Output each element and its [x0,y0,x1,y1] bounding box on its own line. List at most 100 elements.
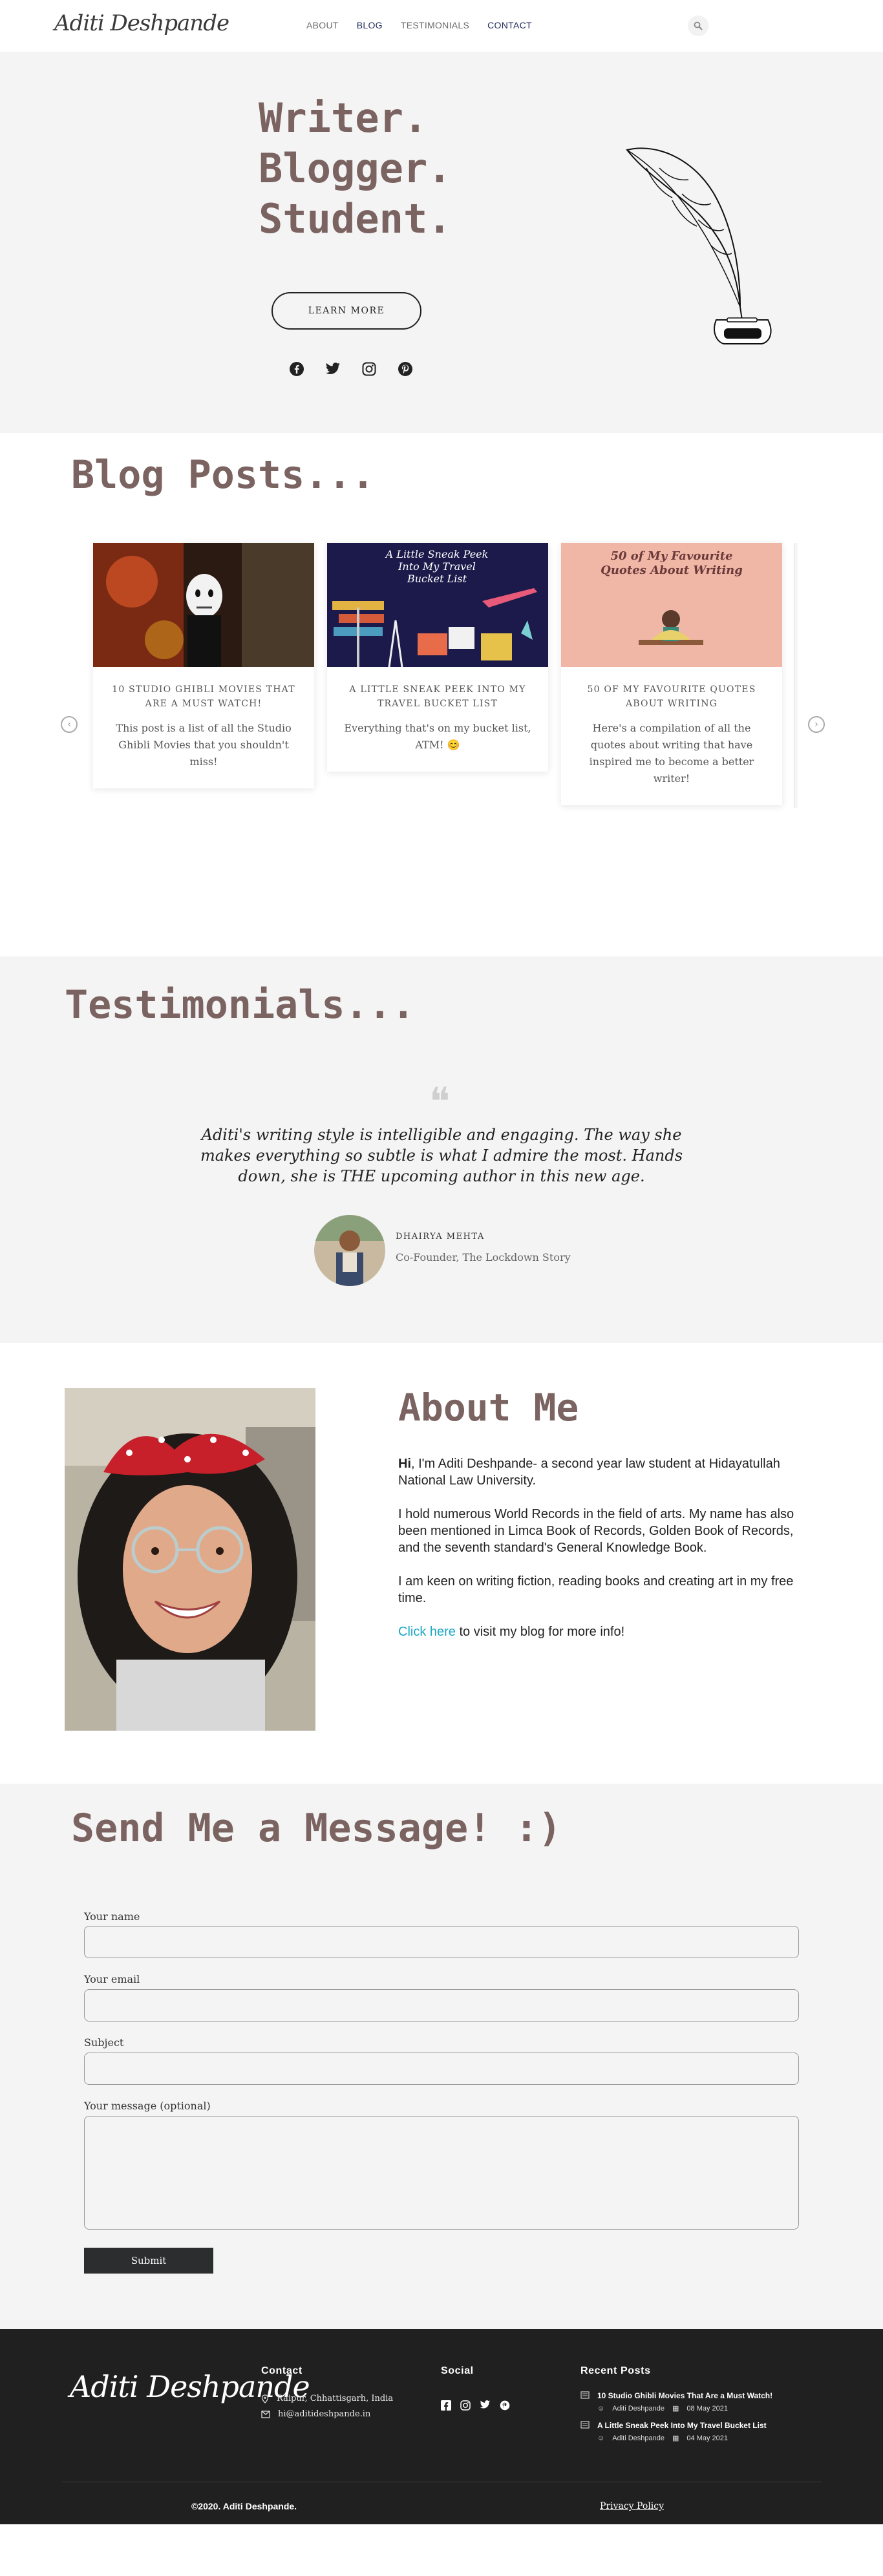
nav-item-blog[interactable]: BLOG [357,20,383,30]
main-nav: ABOUT BLOG TESTIMONIALS CONTACT [306,20,532,30]
hero-section: Writer. Blogger. Student. LEARN MORE [0,52,883,433]
learn-more-button[interactable]: LEARN MORE [271,292,421,330]
testimonials-title: Testimonials... [65,982,415,1028]
calendar-icon: ▦ [672,2434,679,2442]
nav-item-contact[interactable]: CONTACT [487,20,532,30]
card-excerpt: Everything that's on my bucket list, ATM… [344,722,531,751]
testimonials-section: Testimonials... ❝ Aditi's writing style … [0,956,883,1343]
footer-email-text[interactable]: hi@aditideshpande.in [278,2409,370,2419]
about-intro: , I'm Aditi Deshpande- a second year law… [398,1457,780,1488]
footer-contact-heading: Contact [261,2365,303,2376]
subject-label: Subject [84,2036,124,2049]
pinterest-icon[interactable] [397,361,414,377]
nav-item-testimonials[interactable]: TESTIMONIALS [401,20,469,30]
hero-line-blogger: Blogger. [259,145,452,192]
message-field[interactable] [84,2116,799,2230]
card-image-travel[interactable]: A Little Sneak Peek Into My Travel Bucke… [327,543,548,667]
blog-link[interactable]: Click here [398,1625,456,1639]
card-image-quotes[interactable]: 50 of My Favourite Quotes About Writing [561,543,782,667]
map-pin-icon [261,2394,269,2403]
about-title: About Me [398,1386,579,1430]
about-paragraph-2: I hold numerous World Records in the fie… [398,1507,794,1555]
twitter-icon[interactable] [324,361,341,377]
blog-card[interactable]: 50 of My Favourite Quotes About Writing … [561,543,782,805]
privacy-policy-link[interactable]: Privacy Policy [600,2501,664,2511]
pinterest-icon[interactable] [500,2400,510,2411]
footer-email[interactable]: hi@aditideshpande.in [261,2409,370,2419]
about-paragraph-1: Hi, I'm Aditi Deshpande- a second year l… [398,1455,818,1489]
carousel-prev-button[interactable]: ‹ [61,716,78,733]
footer-address: Raipur, Chhattisgarh, India [261,2394,393,2403]
footer-social-links [441,2400,510,2411]
site-footer: Aditi Deshpande Contact Raipur, Chhattis… [0,2329,883,2524]
contact-title: Send Me a Message! :) [71,1806,562,1851]
post-thumb-icon [580,2421,590,2429]
card-image-caption: A Little Sneak Peek Into My Travel Bucke… [385,548,489,585]
card-image-caption: 50 of My Favourite Quotes About Writing [601,549,743,577]
blog-section-title: Blog Posts... [71,452,375,498]
quill-ink-icon [626,147,772,344]
instagram-icon[interactable] [361,361,378,377]
hero-social-links [288,361,414,377]
facebook-icon[interactable] [288,361,305,377]
message-label: Your message (optional) [84,2100,211,2112]
footer-post[interactable]: 10 Studio Ghibli Movies That Are a Must … [580,2391,772,2412]
search-icon [694,21,703,30]
calendar-icon: ▦ [672,2405,679,2412]
card-title[interactable]: 10 STUDIO GHIBLI MOVIES THAT ARE A MUST … [107,682,300,711]
hero-line-writer: Writer. [259,94,428,142]
footer-recent-heading: Recent Posts [580,2365,651,2376]
twitter-icon[interactable] [480,2400,491,2409]
footer-post-title[interactable]: A Little Sneak Peek Into My Travel Bucke… [597,2421,767,2430]
card-excerpt: Here's a compilation of all the quotes a… [589,722,754,785]
testimonial-name: DHAIRYA MEHTA [396,1232,485,1241]
post-thumb-icon [580,2391,590,2399]
hero-line-student: Student. [259,195,452,242]
footer-social-heading: Social [441,2365,474,2376]
card-title[interactable]: A LITTLE SNEAK PEEK INTO MY TRAVEL BUCKE… [341,682,534,711]
site-logo[interactable]: Aditi Deshpande [54,10,229,36]
name-field[interactable] [84,1926,799,1958]
chevron-right-icon: › [814,719,818,730]
card-image-ghibli[interactable] [93,543,314,667]
submit-button[interactable]: Submit [84,2248,213,2274]
footer-copyright: ©2020. Aditi Deshpande. [191,2501,297,2511]
mail-icon [261,2410,270,2418]
blog-section: Blog Posts... ‹ › 10 STUDIO GHIBLI MOVIE… [0,433,883,956]
chevron-left-icon: ‹ [67,719,71,730]
footer-post-date: 04 May 2021 [686,2434,728,2442]
blog-card[interactable]: 10 STUDIO GHIBLI MOVIES THAT ARE A MUST … [93,543,314,788]
footer-post-meta: ☺ Aditi Deshpande ▦ 04 May 2021 [597,2434,767,2443]
footer-address-text: Raipur, Chhattisgarh, India [277,2394,394,2403]
about-greeting: Hi [398,1457,411,1471]
search-button[interactable] [688,16,708,36]
card-title[interactable]: 50 OF MY FAVOURITE QUOTES ABOUT WRITING [575,682,768,711]
about-paragraph-3: I am keen on writing fiction, reading bo… [398,1574,794,1605]
testimonial-avatar [314,1215,385,1286]
footer-post-title[interactable]: 10 Studio Ghibli Movies That Are a Must … [597,2391,772,2400]
nav-item-about[interactable]: ABOUT [306,20,339,30]
next-card-peek [794,543,798,808]
footer-post-author: Aditi Deshpande [612,2404,665,2412]
user-icon: ☺ [597,2434,605,2442]
footer-post-meta: ☺ Aditi Deshpande ▦ 08 May 2021 [597,2404,772,2413]
about-paragraph-4: Click here to visit my blog for more inf… [398,1623,818,1640]
subject-field[interactable] [84,2053,799,2085]
about-section: About Me Hi, I'm Aditi Deshpande- a seco… [0,1343,883,1784]
about-photo [65,1388,315,1731]
blog-link-suffix: to visit my blog for more info! [455,1625,625,1639]
footer-post[interactable]: A Little Sneak Peek Into My Travel Bucke… [580,2421,767,2442]
carousel-next-button[interactable]: › [808,716,825,733]
testimonial-role: Co-Founder, The Lockdown Story [396,1251,571,1263]
email-label: Your email [84,1973,140,1985]
name-label: Your name [84,1910,140,1923]
email-field[interactable] [84,1989,799,2022]
footer-post-date: 08 May 2021 [686,2404,728,2412]
contact-section: Send Me a Message! :) Your name Your ema… [0,1784,883,2329]
card-excerpt: This post is a list of all the Studio Gh… [116,722,292,768]
facebook-icon[interactable] [441,2400,451,2411]
footer-post-author: Aditi Deshpande [612,2434,665,2442]
hero-title: Writer. Blogger. Student. [259,93,452,244]
blog-card[interactable]: A Little Sneak Peek Into My Travel Bucke… [327,543,548,772]
instagram-icon[interactable] [460,2400,471,2411]
